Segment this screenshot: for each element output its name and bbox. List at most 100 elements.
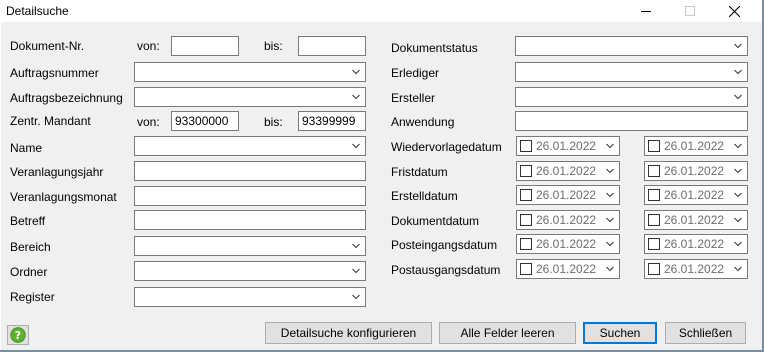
posteingangsdatum-from-value: 26.01.2022 (536, 237, 597, 251)
dokumentdatum-to-checkbox[interactable] (648, 214, 660, 226)
fristdatum-from-checkbox[interactable] (520, 165, 532, 177)
chevron-down-icon (352, 69, 360, 75)
maximize-button[interactable] (668, 0, 712, 22)
chevron-down-icon (352, 243, 360, 249)
zentr-mandant-von-label: von: (137, 115, 160, 129)
auftragsnummer-combobox[interactable] (134, 62, 366, 82)
help-button[interactable]: ? (7, 325, 29, 345)
posteingangsdatum-to-checkbox[interactable] (648, 238, 660, 250)
dokumentdatum-from-checkbox[interactable] (520, 214, 532, 226)
dokument-nr-von-input[interactable] (171, 36, 239, 56)
search-button[interactable]: Suchen (583, 322, 657, 344)
betreff-label: Betreff (10, 214, 46, 228)
chevron-down-icon (352, 294, 360, 300)
erstelldatum-from-datepicker[interactable]: 26.01.2022 (516, 185, 620, 205)
posteingangsdatum-to-datepicker[interactable]: 26.01.2022 (644, 234, 748, 254)
veranlagungsmonat-input[interactable] (134, 186, 366, 206)
wiedervorlagedatum-from-checkbox[interactable] (520, 140, 532, 152)
chevron-down-icon (352, 143, 360, 149)
dokumentdatum-label: Dokumentdatum (391, 214, 480, 228)
postausgangsdatum-to-checkbox[interactable] (648, 263, 660, 275)
postausgangsdatum-to-value: 26.01.2022 (664, 262, 725, 276)
chevron-down-icon (734, 266, 742, 272)
anwendung-input[interactable] (515, 111, 748, 131)
chevron-down-icon (352, 94, 360, 100)
close-window-button[interactable] (712, 0, 756, 22)
veranlagungsjahr-input[interactable] (134, 161, 366, 181)
posteingangsdatum-from-checkbox[interactable] (520, 238, 532, 250)
zentr-mandant-von-input[interactable]: 93300000 (171, 111, 239, 131)
posteingangsdatum-from-datepicker[interactable]: 26.01.2022 (516, 234, 620, 254)
postausgangsdatum-from-checkbox[interactable] (520, 263, 532, 275)
erstelldatum-label: Erstelldatum (391, 189, 458, 203)
postausgangsdatum-label: Postausgangsdatum (391, 263, 501, 277)
ersteller-label: Ersteller (391, 91, 436, 105)
chevron-down-icon (606, 266, 614, 272)
postausgangsdatum-to-datepicker[interactable]: 26.01.2022 (644, 259, 748, 279)
erlediger-combobox[interactable] (515, 62, 748, 82)
dokumentdatum-to-datepicker[interactable]: 26.01.2022 (644, 210, 748, 230)
auftragsbezeichnung-combobox[interactable] (134, 87, 366, 107)
help-icon: ? (10, 327, 26, 343)
zentr-mandant-bis-input[interactable]: 93399999 (298, 111, 366, 131)
close-button[interactable]: Schließen (665, 322, 746, 344)
chevron-down-icon (734, 217, 742, 223)
chevron-down-icon (606, 192, 614, 198)
auftragsbezeichnung-label: Auftragsbezeichnung (10, 91, 123, 105)
configure-search-button[interactable]: Detailsuche konfigurieren (265, 322, 432, 344)
fristdatum-to-checkbox[interactable] (648, 165, 660, 177)
auftragsnummer-label: Auftragsnummer (10, 66, 99, 80)
dokumentdatum-from-datepicker[interactable]: 26.01.2022 (516, 210, 620, 230)
chevron-down-icon (734, 94, 742, 100)
wiedervorlagedatum-to-datepicker[interactable]: 26.01.2022 (644, 136, 748, 156)
fristdatum-to-value: 26.01.2022 (664, 164, 725, 178)
erstelldatum-from-checkbox[interactable] (520, 189, 532, 201)
wiedervorlagedatum-label: Wiedervorlagedatum (391, 140, 502, 154)
chevron-down-icon (606, 241, 614, 247)
clear-fields-button[interactable]: Alle Felder leeren (439, 322, 576, 344)
betreff-input[interactable] (134, 210, 366, 230)
maximize-icon (685, 6, 695, 16)
erstelldatum-to-checkbox[interactable] (648, 189, 660, 201)
wiedervorlagedatum-to-value: 26.01.2022 (664, 139, 725, 153)
dokument-nr-bis-label: bis: (264, 39, 283, 53)
chevron-down-icon (734, 168, 742, 174)
register-combobox[interactable] (134, 287, 366, 307)
wiedervorlagedatum-from-value: 26.01.2022 (536, 139, 597, 153)
erlediger-label: Erlediger (391, 66, 440, 80)
ersteller-combobox[interactable] (515, 87, 748, 107)
posteingangsdatum-label: Posteingangsdatum (391, 238, 498, 252)
register-label: Register (10, 290, 55, 304)
dokument-nr-bis-input[interactable] (298, 36, 366, 56)
dokument-nr-label: Dokument-Nr. (10, 39, 85, 53)
chevron-down-icon (606, 217, 614, 223)
postausgangsdatum-from-value: 26.01.2022 (536, 262, 597, 276)
dokumentstatus-combobox[interactable] (515, 36, 748, 56)
erstelldatum-from-value: 26.01.2022 (536, 188, 597, 202)
title-bar: Detailsuche (0, 0, 764, 22)
minimize-button[interactable] (624, 0, 668, 22)
fristdatum-to-datepicker[interactable]: 26.01.2022 (644, 161, 748, 181)
erstelldatum-to-datepicker[interactable]: 26.01.2022 (644, 185, 748, 205)
wiedervorlagedatum-from-datepicker[interactable]: 26.01.2022 (516, 136, 620, 156)
chevron-down-icon (734, 143, 742, 149)
bereich-combobox[interactable] (134, 236, 366, 256)
postausgangsdatum-from-datepicker[interactable]: 26.01.2022 (516, 259, 620, 279)
erstelldatum-to-value: 26.01.2022 (664, 188, 725, 202)
veranlagungsjahr-label: Veranlagungsjahr (10, 165, 104, 179)
chevron-down-icon (734, 43, 742, 49)
ordner-label: Ordner (10, 265, 48, 279)
wiedervorlagedatum-to-checkbox[interactable] (648, 140, 660, 152)
name-combobox[interactable] (134, 136, 366, 156)
anwendung-label: Anwendung (391, 115, 455, 129)
window-title: Detailsuche (6, 4, 69, 18)
dokument-nr-von-label: von: (137, 39, 160, 53)
fristdatum-from-datepicker[interactable]: 26.01.2022 (516, 161, 620, 181)
dokumentdatum-from-value: 26.01.2022 (536, 213, 597, 227)
posteingangsdatum-to-value: 26.01.2022 (664, 237, 725, 251)
veranlagungsmonat-label: Veranlagungsmonat (10, 190, 117, 204)
dokumentstatus-label: Dokumentstatus (391, 41, 478, 55)
chevron-down-icon (734, 241, 742, 247)
ordner-combobox[interactable] (134, 261, 366, 281)
minimize-icon (641, 11, 651, 12)
